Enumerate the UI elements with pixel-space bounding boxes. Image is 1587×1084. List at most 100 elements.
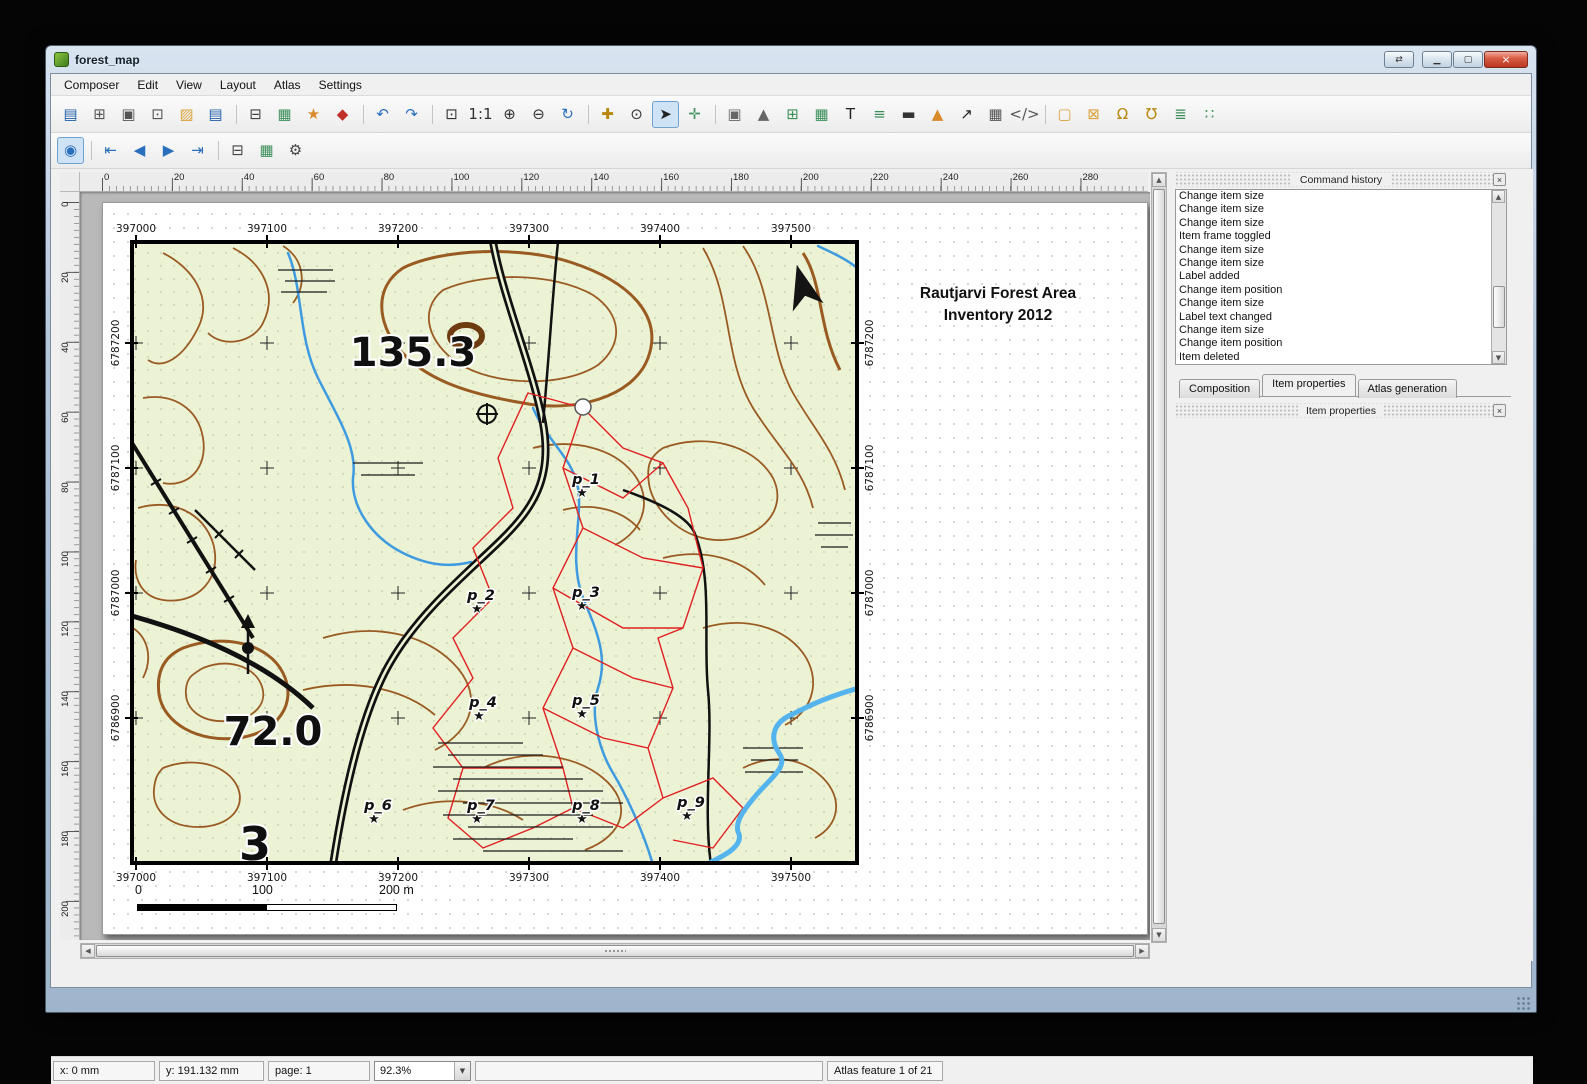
chevron-down-icon[interactable]: ▼ [454,1062,470,1080]
toolbar-icon: ⊞ [786,107,799,122]
zoom-out[interactable]: ⊖ [525,101,552,128]
command-history-item[interactable]: Change item size [1176,297,1491,310]
export-as-svg[interactable]: ★ [300,101,327,128]
preview-atlas[interactable]: ◉ [57,137,84,164]
scrollbar-thumb[interactable] [1493,286,1505,328]
tab-composition[interactable]: Composition [1179,379,1260,398]
command-history-scrollbar[interactable]: ▲ ▼ [1491,190,1506,364]
close-button[interactable]: × [1484,51,1528,68]
save-as-template[interactable]: ▤ [202,101,229,128]
select-items[interactable]: ▢ [1051,101,1078,128]
unlock-items[interactable]: ℧ [1138,101,1165,128]
menu-item[interactable]: Atlas [265,75,310,95]
zoom-full[interactable]: ⊡ [438,101,465,128]
raise-items[interactable]: ▲ [750,101,777,128]
vertical-scrollbar[interactable]: ▲ ▼ [1151,172,1167,943]
command-history-item[interactable]: Change item size [1176,203,1491,216]
add-attribute-table[interactable]: ▦ [982,101,1009,128]
command-history-item[interactable]: Change item size [1176,190,1491,203]
scroll-down-arrow-icon[interactable]: ▼ [1152,928,1166,942]
scroll-left-arrow-icon[interactable]: ◀ [81,944,95,958]
resize-grip[interactable] [1516,996,1530,1010]
menu-item[interactable]: Composer [55,75,128,95]
tab-item-properties[interactable]: Item properties [1262,374,1355,396]
save-project[interactable]: ▤ [57,101,84,128]
redo[interactable]: ↷ [398,101,425,128]
duplicate-composition[interactable]: ▣ [115,101,142,128]
horizontal-scrollbar[interactable]: ◀ ▶ [80,943,1150,959]
ruler-number: 40 [242,172,312,183]
add-shape[interactable]: ▲ [924,101,951,128]
lock-items[interactable]: Ω [1109,101,1136,128]
toolbar-icon: ▤ [63,107,77,122]
add-html[interactable]: </> [1011,101,1038,128]
scroll-right-arrow-icon[interactable]: ▶ [1135,944,1149,958]
undo[interactable]: ↶ [369,101,396,128]
add-arrow[interactable]: ↗ [953,101,980,128]
last-feature[interactable]: ⇥ [184,137,211,164]
vertical-scrollbar-thumb[interactable] [1153,189,1165,924]
tab-atlas-generation[interactable]: Atlas generation [1358,379,1458,398]
menu-item[interactable]: Edit [128,75,167,95]
point-label: p_6 [363,798,392,814]
titlebar[interactable]: forest_map ⇄ ▁ ▢ × [50,46,1532,73]
add-image[interactable]: ▦ [808,101,835,128]
add-new-map[interactable]: ⊞ [779,101,806,128]
align-items[interactable]: ≣ [1167,101,1194,128]
command-history-item[interactable]: Item frame toggled [1176,230,1491,243]
map-item[interactable]: 135.3 72.0 3 ★ p_1 ★ p_2 [103,208,893,908]
load-from-template[interactable]: ▨ [173,101,200,128]
command-history-item[interactable]: Change item size [1176,257,1491,270]
command-history-item[interactable]: Change item size [1176,217,1491,230]
add-scalebar[interactable]: ▬ [895,101,922,128]
command-history-item[interactable]: Item deleted [1176,351,1491,364]
command-history-item[interactable]: Change item size [1176,244,1491,257]
scroll-down-arrow-icon[interactable]: ▼ [1492,351,1505,364]
move-item-content[interactable]: ✛ [681,101,708,128]
command-history-item[interactable]: Change item position [1176,337,1491,350]
menu-item[interactable]: Layout [211,75,265,95]
zoom-combo[interactable]: 92.3% ▼ [374,1061,471,1081]
export-as-image[interactable]: ▦ [271,101,298,128]
select-move-item[interactable]: ➤ [652,101,679,128]
previous-feature[interactable]: ◀ [126,137,153,164]
composer-manager[interactable]: ⊡ [144,101,171,128]
composition-page[interactable]: 135.3 72.0 3 ★ p_1 ★ p_2 [102,202,1148,935]
scalebar-item[interactable]: 0 100 200 m [133,883,433,925]
print-atlas[interactable]: ⊟ [224,137,251,164]
horizontal-scrollbar-thumb[interactable] [96,945,1134,957]
new-composition[interactable]: ⊞ [86,101,113,128]
scroll-up-arrow-icon[interactable]: ▲ [1152,173,1166,187]
export-atlas[interactable]: ▦ [253,137,280,164]
map-title[interactable]: Rautjarvi Forest Area Inventory 2012 [873,283,1123,326]
add-label[interactable]: T [837,101,864,128]
minimize-button[interactable]: ▁ [1422,51,1452,68]
distribute-items[interactable]: ∷ [1196,101,1223,128]
zoom-tool[interactable]: ⊙ [623,101,650,128]
refresh-view[interactable]: ↻ [554,101,581,128]
maximize-button[interactable]: ▢ [1453,51,1483,68]
close-icon[interactable]: × [1493,173,1506,186]
composer-canvas[interactable]: 135.3 72.0 3 ★ p_1 ★ p_2 [80,192,1150,940]
dock-toggle-button[interactable]: ⇄ [1384,51,1414,68]
command-history-item[interactable]: Label text changed [1176,311,1491,324]
zoom-actual[interactable]: 1:1 [467,101,494,128]
close-icon[interactable]: × [1493,404,1506,417]
scroll-up-arrow-icon[interactable]: ▲ [1492,190,1505,203]
command-history-item[interactable]: Change item size [1176,324,1491,337]
menu-item[interactable]: Settings [310,75,371,95]
command-history-item[interactable]: Label added [1176,270,1491,283]
group-items[interactable]: ▣ [721,101,748,128]
add-legend[interactable]: ≡ [866,101,893,128]
export-as-pdf[interactable]: ◆ [329,101,356,128]
atlas-settings[interactable]: ⚙ [282,137,309,164]
menu-item[interactable]: View [167,75,211,95]
next-feature[interactable]: ▶ [155,137,182,164]
command-history-item[interactable]: Change item position [1176,284,1491,297]
deselect-items[interactable]: ⊠ [1080,101,1107,128]
first-feature[interactable]: ⇤ [97,137,124,164]
zoom-in[interactable]: ⊕ [496,101,523,128]
print[interactable]: ⊟ [242,101,269,128]
pan[interactable]: ✚ [594,101,621,128]
page-indicator: page: 1 [268,1061,370,1081]
